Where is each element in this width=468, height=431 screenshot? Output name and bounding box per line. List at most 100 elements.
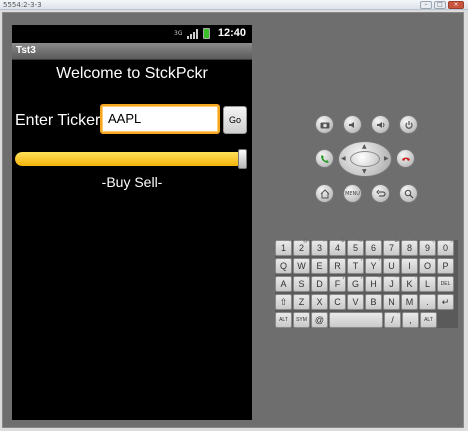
key-k[interactable]: K; [401, 275, 418, 292]
key-b[interactable]: B [365, 294, 382, 310]
key-label: 0 [442, 243, 448, 253]
slider-fill [15, 152, 247, 166]
volume-down-icon[interactable] [343, 115, 362, 134]
key-f[interactable]: F[ [329, 275, 346, 292]
key-r[interactable]: R [329, 258, 346, 274]
ticker-input[interactable]: AAPL [100, 104, 220, 134]
key-label: L [424, 279, 430, 289]
volume-up-icon[interactable] [371, 115, 390, 134]
key-alt-label: & [394, 238, 398, 244]
key-space[interactable] [329, 312, 383, 328]
key-w[interactable]: W ~ [293, 257, 310, 274]
key-label: H [370, 279, 377, 289]
dpad-right-icon[interactable]: ▶ [384, 155, 389, 162]
power-icon[interactable] [399, 115, 418, 134]
key-alt-label: + [431, 256, 434, 262]
key-label: I [408, 261, 411, 271]
end-call-icon[interactable] [396, 149, 415, 168]
key-j[interactable]: J > [383, 274, 400, 292]
key-⇧[interactable]: ⇧ [275, 294, 292, 310]
key-label: SYM [296, 317, 307, 323]
key-h[interactable]: H < [365, 274, 382, 292]
key-o[interactable]: O + [419, 256, 436, 274]
key-n[interactable]: N [383, 294, 400, 310]
dpad-down-icon[interactable]: ▼ [362, 168, 367, 175]
key-y[interactable]: Y} [365, 257, 382, 274]
key-z[interactable]: Z [293, 294, 310, 310]
key-e[interactable]: E " [311, 257, 328, 274]
key-/[interactable]: /? [384, 310, 401, 328]
key-7[interactable]: 7 & [383, 238, 400, 256]
key-label: Q [279, 261, 287, 271]
slider-thumb[interactable] [238, 149, 247, 169]
key-6[interactable]: 6 ^ [365, 238, 382, 256]
key-9[interactable]: 9( [419, 239, 436, 256]
key-alt-label: { [360, 256, 362, 262]
key-i[interactable]: I [401, 258, 418, 274]
key-label: 7 [388, 243, 394, 253]
key-@[interactable]: @ [311, 312, 328, 328]
dpad-center-button[interactable] [350, 151, 380, 167]
camera-icon[interactable] [315, 115, 334, 134]
menu-icon[interactable]: MENU [343, 184, 362, 203]
key-alt-label: $ [341, 238, 344, 244]
key-label: V [352, 297, 359, 307]
key-label: X [316, 297, 323, 307]
key-d[interactable]: D [311, 276, 328, 292]
key-l[interactable]: L: [419, 275, 436, 292]
key-,[interactable]: , [402, 312, 419, 328]
key-c[interactable]: C [329, 294, 346, 310]
key-alt-label: ^ [377, 238, 380, 244]
key-g[interactable]: G] [347, 275, 364, 292]
key-label: J [389, 279, 394, 289]
key-8[interactable]: 8 * [401, 239, 418, 256]
status-bar: 3G 12:40 [12, 25, 252, 43]
key-label: G [351, 279, 359, 289]
back-icon[interactable] [371, 184, 390, 203]
buy-sell-label: -Buy Sell- [101, 174, 163, 190]
key-1[interactable]: 1! [275, 239, 292, 256]
minimize-button[interactable]: – [420, 1, 432, 9]
call-icon[interactable] [315, 149, 334, 168]
key-alt-label: > [395, 274, 398, 280]
key-alt-label: ? [396, 310, 399, 316]
buy-sell-slider-track[interactable] [15, 152, 247, 166]
key-p[interactable]: P = [437, 257, 454, 274]
key-.[interactable]: . [419, 294, 436, 310]
search-icon[interactable] [399, 184, 418, 203]
close-button[interactable]: × [448, 1, 464, 9]
key-label: DEL [440, 281, 451, 287]
key-label: , [409, 315, 412, 325]
dpad-up-icon[interactable]: ▲ [362, 143, 367, 150]
key-alt[interactable]: ALT [420, 312, 437, 328]
key-alt-label: < [377, 274, 380, 280]
dpad-left-icon[interactable]: ◀ [341, 155, 346, 162]
key-t[interactable]: T{ [347, 256, 364, 274]
key-m[interactable]: M [401, 294, 418, 310]
key-x[interactable]: X [311, 294, 328, 310]
key-v[interactable]: V [347, 294, 364, 310]
key-u[interactable]: U- [383, 257, 400, 274]
key-0[interactable]: 0) [437, 239, 454, 256]
key-sym[interactable]: SYM [293, 312, 310, 328]
key-label: R [334, 261, 341, 271]
key-label: C [334, 297, 341, 307]
key-del[interactable]: DEL [437, 276, 454, 292]
key-↵[interactable]: ↵ [437, 294, 454, 310]
key-label: K [406, 279, 413, 289]
key-s[interactable]: S \ [293, 275, 310, 292]
key-q[interactable]: Q [275, 258, 292, 274]
key-label: 9 [424, 243, 430, 253]
key-5[interactable]: 5% [347, 238, 364, 256]
maximize-button[interactable]: □ [434, 1, 446, 9]
key-2[interactable]: 2 @ [293, 239, 310, 256]
go-button[interactable]: Go [223, 106, 247, 134]
home-icon[interactable] [315, 184, 334, 203]
key-a[interactable]: A [275, 276, 292, 292]
key-4[interactable]: 4 $ [329, 238, 346, 256]
app-title: Tst3 [16, 45, 36, 56]
key-label: ⇧ [279, 297, 288, 307]
key-3[interactable]: 3 # [311, 239, 328, 256]
key-alt-label: % [357, 238, 362, 244]
key-alt[interactable]: ALT [275, 312, 292, 328]
